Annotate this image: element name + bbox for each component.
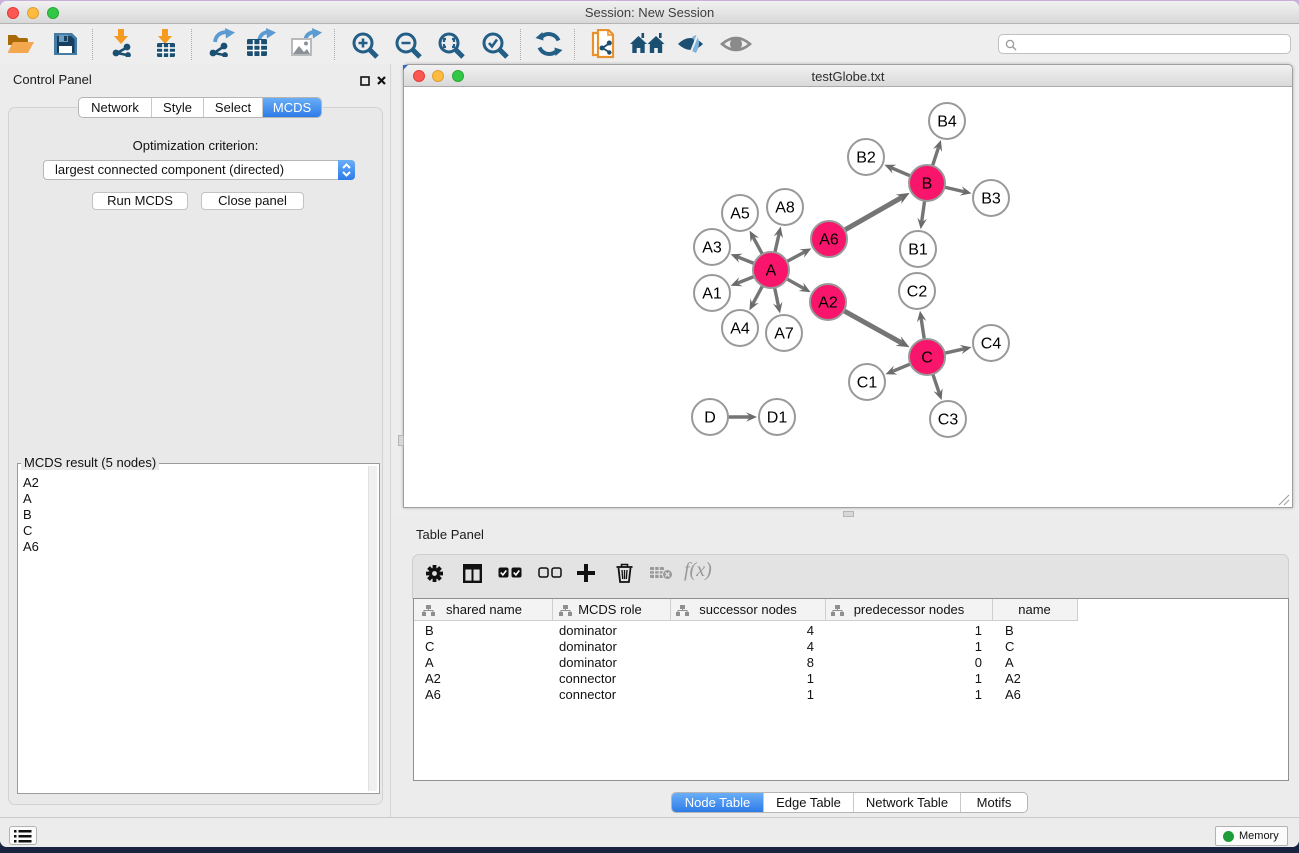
svg-text:A4: A4 — [730, 321, 750, 338]
svg-text:D: D — [704, 410, 716, 427]
svg-text:C2: C2 — [907, 284, 928, 301]
svg-text:C: C — [921, 350, 933, 367]
svg-text:A1: A1 — [702, 286, 722, 303]
svg-text:A7: A7 — [774, 326, 794, 343]
svg-text:B: B — [922, 176, 933, 193]
svg-text:A: A — [766, 263, 777, 280]
svg-text:C4: C4 — [981, 336, 1002, 353]
svg-text:A3: A3 — [702, 240, 722, 257]
svg-text:C1: C1 — [857, 375, 878, 392]
svg-text:B2: B2 — [856, 150, 876, 167]
svg-text:B1: B1 — [908, 242, 928, 259]
svg-text:D1: D1 — [767, 410, 788, 427]
svg-text:C3: C3 — [938, 412, 959, 429]
svg-text:B3: B3 — [981, 191, 1001, 208]
svg-text:A6: A6 — [819, 232, 839, 249]
svg-text:B4: B4 — [937, 114, 957, 131]
svg-text:A2: A2 — [818, 295, 838, 312]
svg-text:A8: A8 — [775, 200, 795, 217]
svg-text:A5: A5 — [730, 206, 750, 223]
